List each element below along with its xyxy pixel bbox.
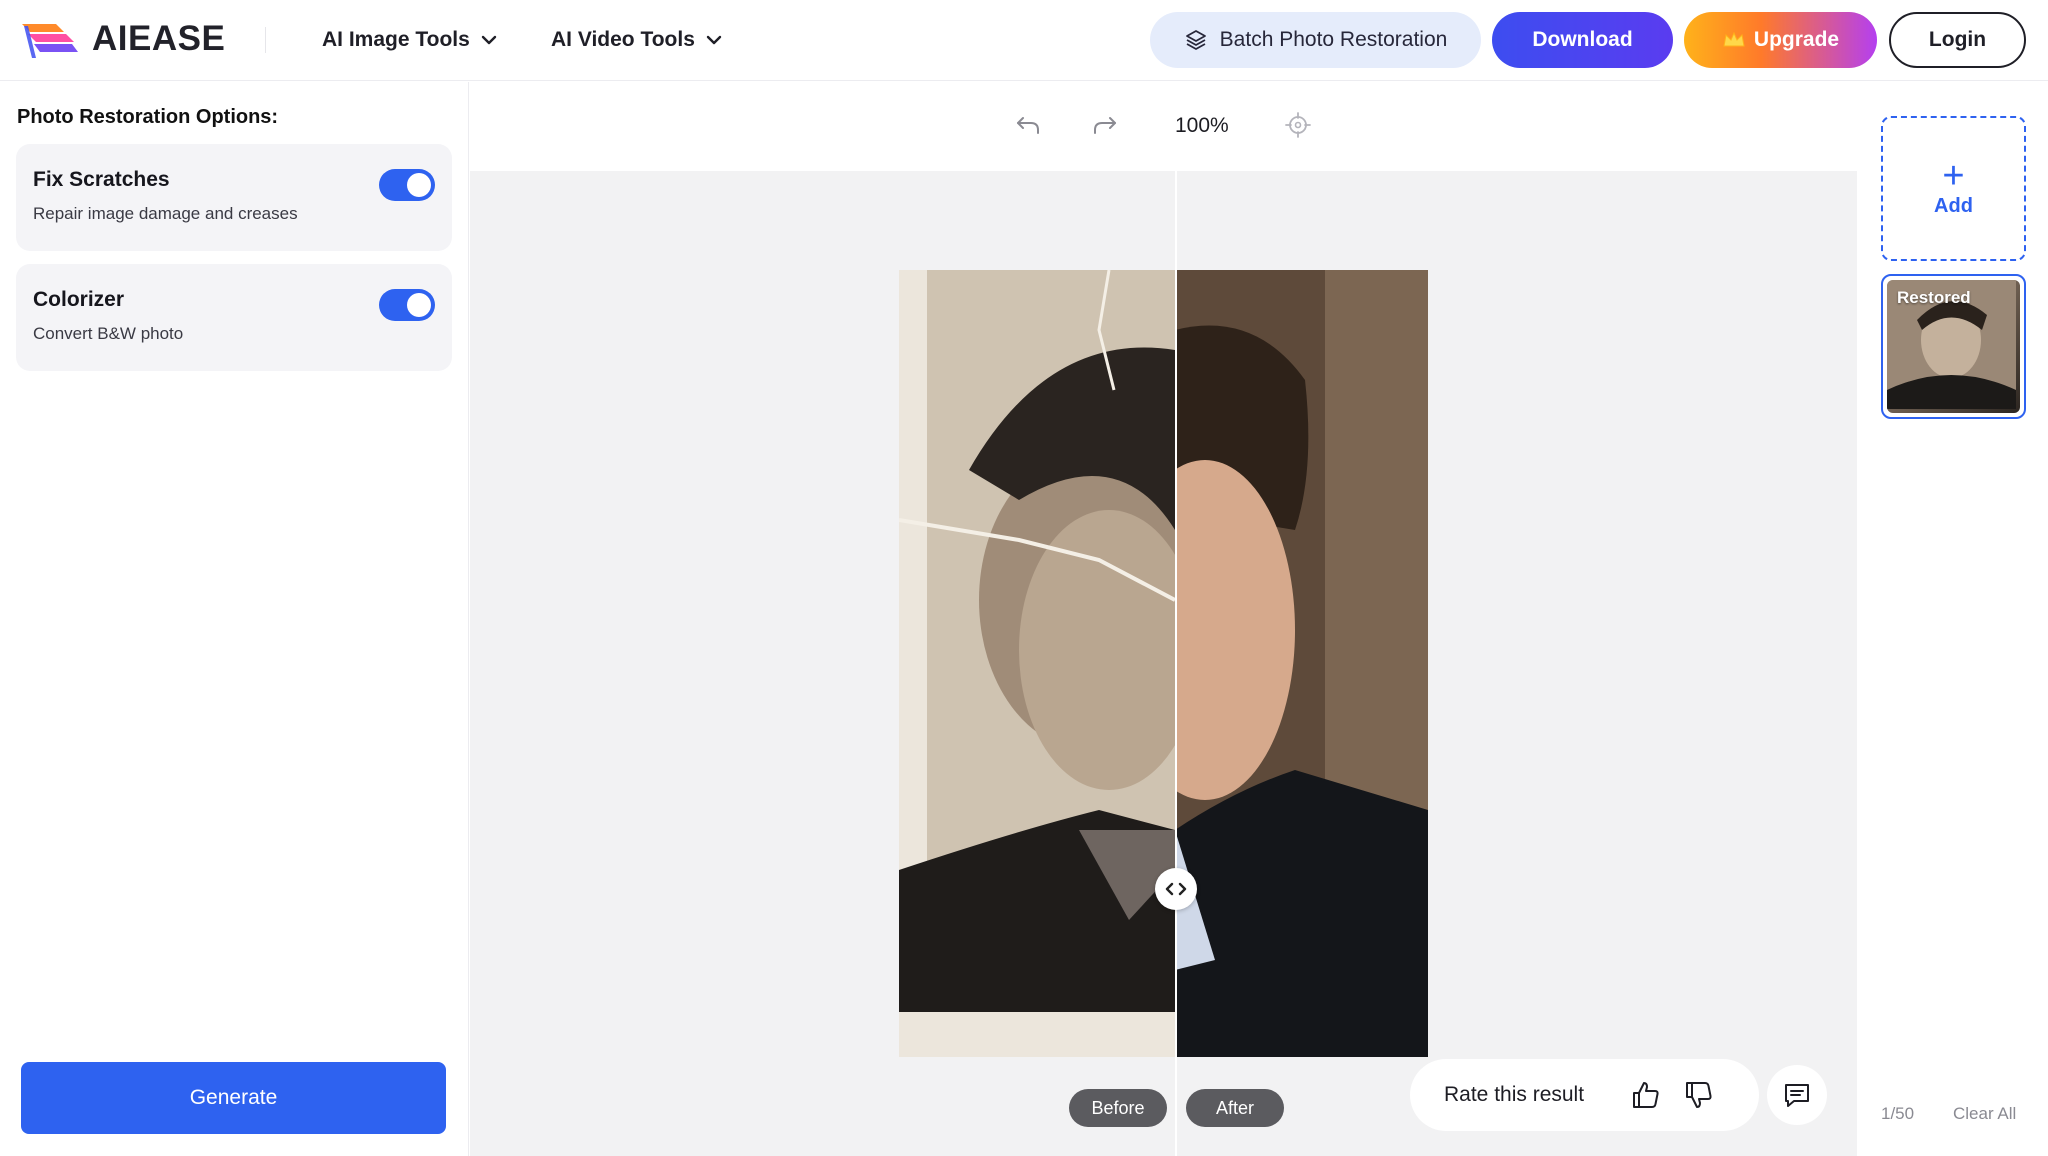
add-label: Add (1934, 195, 1973, 217)
login-button[interactable]: Login (1889, 12, 2026, 68)
rate-label: Rate this result (1444, 1083, 1585, 1106)
option-colorizer: Colorizer Convert B&W photo (16, 264, 452, 371)
before-label: Before (1069, 1089, 1167, 1127)
thumbnail-label: Restored (1897, 288, 1971, 307)
option-subtitle: Convert B&W photo (33, 324, 184, 343)
fix-scratches-toggle[interactable] (379, 169, 435, 201)
comparison-photo (899, 270, 1428, 1057)
option-fix-scratches: Fix Scratches Repair image damage and cr… (16, 144, 452, 251)
thumbnail-image: Restored (1887, 280, 2020, 413)
layers-icon (1185, 30, 1206, 50)
batch-label: Batch Photo Restoration (1219, 28, 1448, 51)
nav-label: AI Image Tools (322, 28, 470, 51)
upgrade-button[interactable]: Upgrade (1684, 12, 1877, 68)
image-canvas: 100% Before After Rate this result (470, 82, 1857, 1156)
history-panel: + Add Restored 1/50 Clear All (1858, 82, 2048, 1156)
clear-all-button[interactable]: Clear All (1953, 1104, 2016, 1124)
comparison-slider-handle[interactable] (1155, 868, 1197, 910)
nav-ai-image-tools[interactable]: AI Image Tools (322, 22, 498, 58)
arrows-horizontal-icon (1165, 882, 1187, 896)
after-portrait-image (1115, 270, 1428, 1057)
canvas-toolbar: 100% (470, 82, 1857, 171)
chevron-down-icon (481, 35, 497, 45)
brand-logo[interactable]: AIEASE (20, 18, 225, 60)
nav-ai-video-tools[interactable]: AI Video Tools (551, 22, 723, 58)
redo-icon[interactable] (1090, 110, 1120, 140)
thumbs-down-icon[interactable] (1683, 1079, 1715, 1111)
colorizer-toggle[interactable] (379, 289, 435, 321)
batch-photo-restoration-button[interactable]: Batch Photo Restoration (1150, 12, 1481, 68)
thumbs-up-icon[interactable] (1630, 1079, 1662, 1111)
option-title: Fix Scratches (33, 168, 170, 191)
options-title: Photo Restoration Options: (17, 106, 279, 128)
recenter-icon[interactable] (1283, 110, 1313, 140)
crown-icon (1723, 31, 1745, 47)
before-photo (899, 270, 1199, 1057)
option-title: Colorizer (33, 288, 125, 311)
after-photo (1115, 270, 1428, 1057)
feedback-button[interactable] (1767, 1065, 1827, 1125)
header-divider (265, 27, 266, 53)
options-sidebar: Photo Restoration Options: Fix Scratches… (0, 82, 469, 1156)
generate-button[interactable]: Generate (21, 1062, 446, 1134)
image-count: 1/50 (1881, 1104, 1915, 1123)
rating-box: Rate this result (1410, 1059, 1759, 1131)
before-portrait-image (899, 270, 1199, 1057)
top-header: AIEASE AI Image Tools AI Video Tools Bat… (0, 0, 2048, 81)
comparison-divider (1175, 171, 1177, 1156)
aiease-logo-icon (22, 24, 78, 58)
option-subtitle: Repair image damage and creases (33, 204, 298, 223)
chat-feedback-icon (1785, 1084, 1809, 1107)
after-label: After (1186, 1089, 1284, 1127)
nav-label: AI Video Tools (551, 28, 695, 51)
restored-thumbnail[interactable]: Restored (1881, 274, 2026, 419)
undo-icon[interactable] (1013, 110, 1043, 140)
download-button[interactable]: Download (1492, 12, 1673, 68)
add-image-button[interactable]: + Add (1881, 116, 2026, 261)
brand-name: AIEASE (92, 19, 226, 58)
upgrade-label: Upgrade (1753, 28, 1840, 51)
chevron-down-icon (706, 35, 722, 45)
zoom-level[interactable]: 100% (1175, 114, 1229, 138)
plus-icon: + (1942, 155, 1965, 197)
